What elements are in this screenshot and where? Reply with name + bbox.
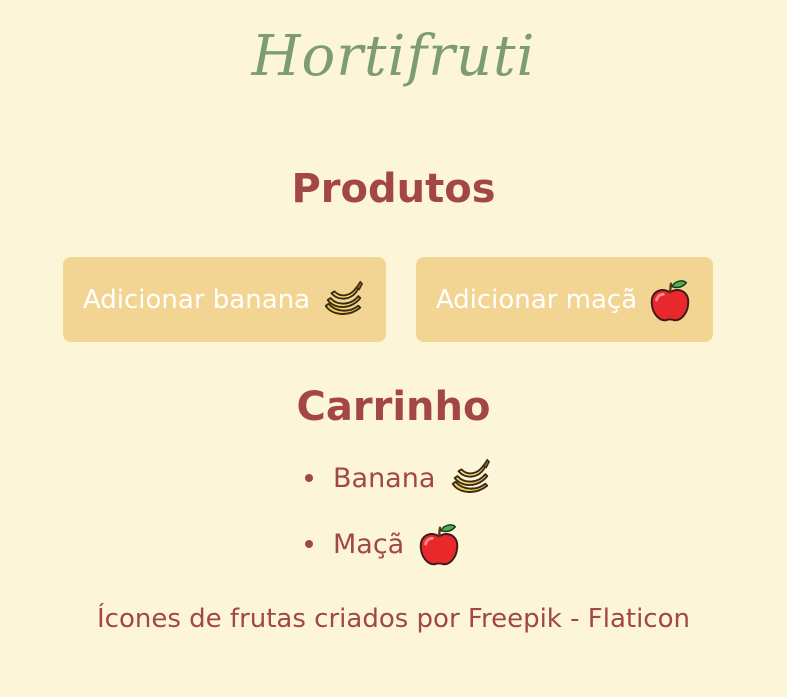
add-banana-button-label: Adicionar banana [82,284,311,315]
add-banana-button[interactable]: Adicionar banana [63,257,386,342]
page-title: Hortifruti [251,24,536,89]
cart-item-banana: Banana [305,454,493,502]
bullet [305,540,313,548]
cart-list: Banana Maçã [305,454,493,586]
apple-icon [647,277,693,323]
cart-item-label: Maçã [333,528,405,560]
bullet [305,474,313,482]
add-apple-button[interactable]: Adicionar maçã [416,257,713,342]
carrinho-heading: Carrinho [296,384,491,430]
cart-item-label: Banana [333,462,436,494]
banana-icon [320,277,366,323]
banana-icon [447,455,493,501]
apple-icon [416,521,462,567]
produtos-heading: Produtos [291,166,496,212]
footer-credit: Ícones de frutas criados por Freepik - F… [97,604,690,634]
add-apple-button-label: Adicionar maçã [435,284,638,315]
cart-item-apple: Maçã [305,520,493,568]
